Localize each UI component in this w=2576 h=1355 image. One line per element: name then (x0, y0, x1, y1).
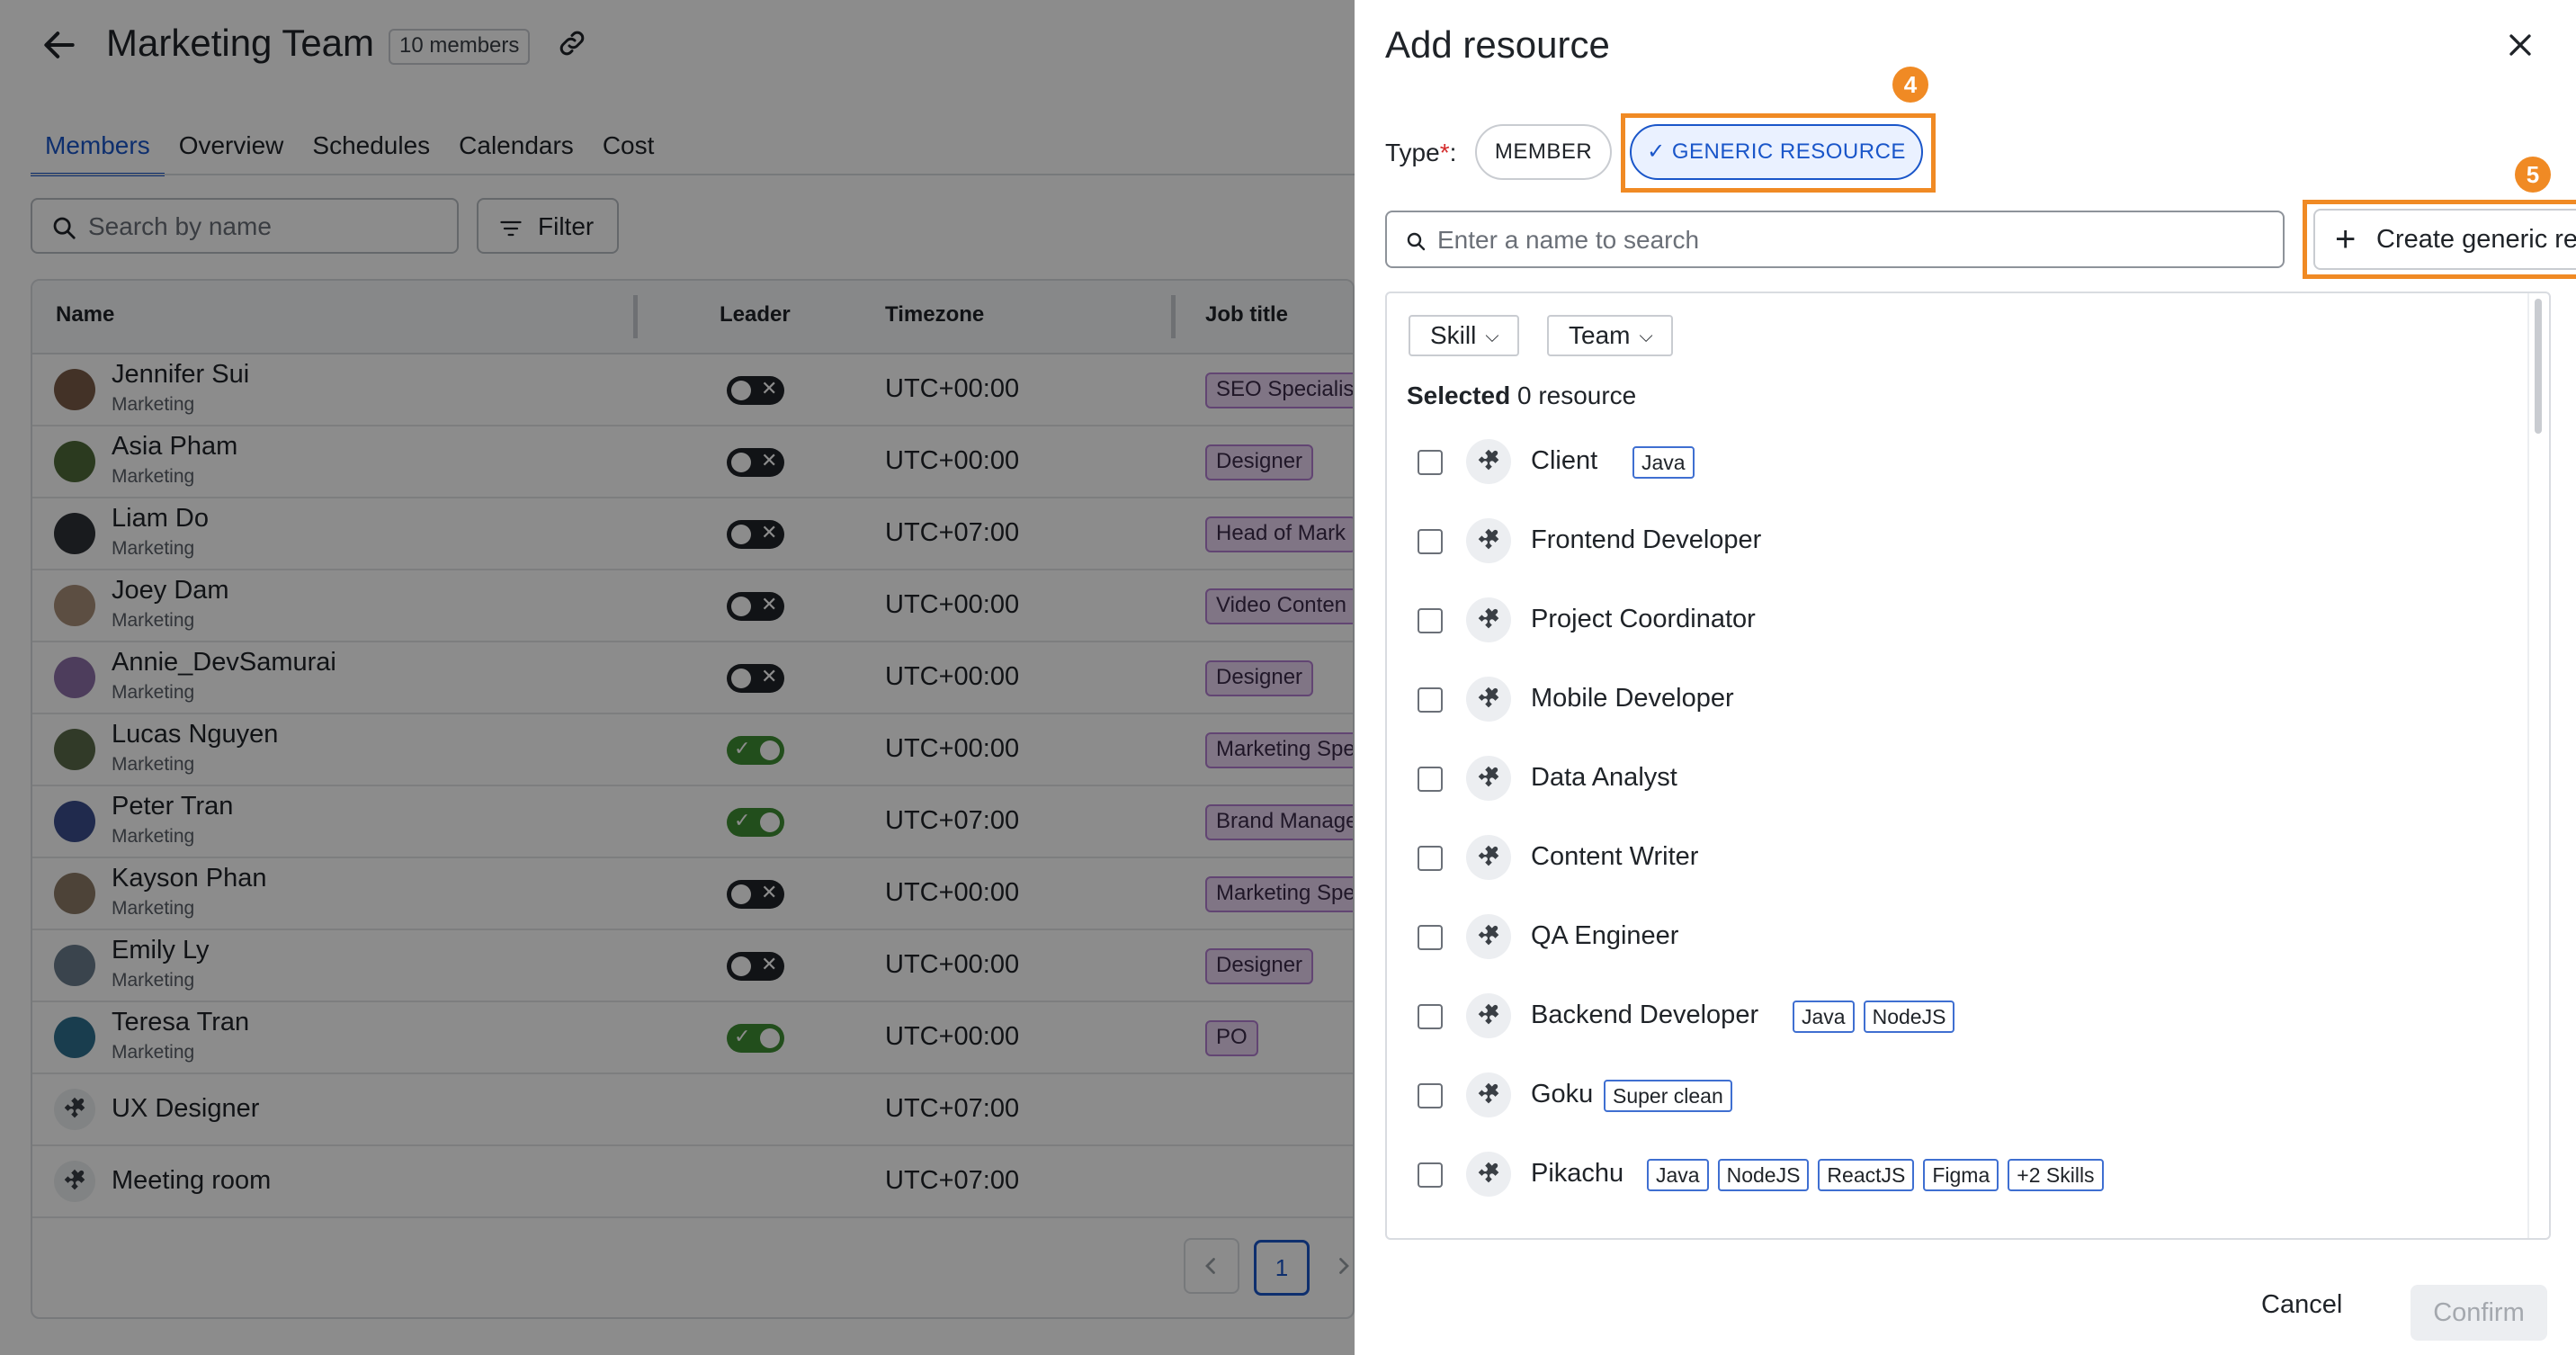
team-filter-dropdown[interactable]: Team ⌵ (1547, 315, 1673, 356)
skill-tag: NodeJS (1863, 1001, 1955, 1033)
confirm-button[interactable]: Confirm (2411, 1285, 2547, 1341)
skill-tags: Java NodeJS ReactJS Figma +2 Skills (1647, 1159, 2104, 1191)
skill-tag: Java (1793, 1001, 1855, 1033)
resource-checkbox[interactable] (1418, 846, 1443, 871)
skill-tag: Java (1647, 1159, 1709, 1191)
resource-search-input[interactable]: Enter a name to search (1385, 211, 2285, 268)
step-5-badge: 5 (2515, 157, 2551, 193)
resource-name: Pikachu (1531, 1159, 1624, 1188)
resource-checkbox[interactable] (1418, 1004, 1443, 1029)
skill-tag: Super clean (1604, 1080, 1732, 1112)
selected-count: Selected 0 resource (1407, 381, 1636, 410)
cancel-button[interactable]: Cancel (2261, 1290, 2342, 1320)
skill-tags: Super clean (1604, 1080, 1732, 1112)
list-item[interactable]: QA Engineer (1387, 903, 2520, 975)
skill-tags: Java NodeJS (1793, 1001, 1955, 1033)
list-item[interactable]: Frontend Developer (1387, 507, 2520, 579)
required-asterisk: * (1439, 139, 1450, 166)
resource-checkbox[interactable] (1418, 1083, 1443, 1108)
list-item[interactable]: Project Coordinator (1387, 587, 2520, 659)
scrollbar-track[interactable] (2527, 293, 2529, 1238)
drawer-title: Add resource (1385, 23, 1610, 66)
chevron-down-icon: ⌵ (1639, 327, 1653, 346)
type-label: Type*: (1385, 139, 1456, 167)
close-icon[interactable] (2502, 27, 2538, 63)
resource-name: Content Writer (1531, 842, 1699, 871)
list-item[interactable]: Mobile Developer (1387, 666, 2520, 738)
list-item[interactable]: Data Analyst (1387, 745, 2520, 817)
resource-list: Skill ⌵ Team ⌵ Selected 0 resource Client J… (1385, 292, 2551, 1240)
add-resource-drawer: Add resource Type*: MEMBER ✓ GENERIC RES… (1355, 0, 2576, 1355)
resource-name: QA Engineer (1531, 921, 1679, 950)
chevron-down-icon: ⌵ (1485, 327, 1499, 346)
skill-tags: Java (1632, 446, 1695, 479)
resource-name: Mobile Developer (1531, 684, 1734, 713)
list-item[interactable]: Goku Super clean (1387, 1062, 2520, 1134)
generic-resource-icon (1466, 914, 1511, 959)
team-filter-label: Team (1569, 321, 1631, 349)
generic-resource-icon (1466, 597, 1511, 642)
resource-name: Project Coordinator (1531, 605, 1756, 633)
resource-checkbox[interactable] (1418, 529, 1443, 554)
list-item[interactable]: Client Java (1387, 428, 2520, 500)
selected-prefix: Selected (1407, 381, 1511, 409)
selected-count-value: 0 (1516, 381, 1532, 409)
generic-resource-icon (1466, 439, 1511, 484)
resource-name: Data Analyst (1531, 763, 1677, 792)
resource-checkbox[interactable] (1418, 1162, 1443, 1188)
generic-resource-icon (1466, 835, 1511, 880)
generic-resource-icon (1466, 756, 1511, 801)
generic-resource-icon (1466, 1072, 1511, 1117)
resource-checkbox[interactable] (1418, 767, 1443, 792)
search-icon (1407, 232, 1426, 251)
type-label-text: Type (1385, 139, 1440, 166)
skill-tag: NodeJS (1717, 1159, 1810, 1191)
resource-checkbox[interactable] (1418, 450, 1443, 475)
resource-name: Client (1531, 446, 1598, 475)
type-label-colon: : (1449, 139, 1457, 166)
skill-tag: Figma (1923, 1159, 1999, 1191)
type-member-option[interactable]: MEMBER (1475, 124, 1612, 180)
resource-checkbox[interactable] (1418, 608, 1443, 633)
resource-name: Goku (1531, 1080, 1594, 1108)
list-item[interactable]: Backend Developer Java NodeJS (1387, 983, 2520, 1054)
team-page: Marketing Team 10 members Members Overvi… (0, 0, 1355, 1355)
scrollbar-thumb[interactable] (2535, 299, 2542, 434)
list-item[interactable]: Content Writer (1387, 824, 2520, 896)
selected-suffix: resource (1538, 381, 1637, 409)
step-4-badge: 4 (1892, 67, 1928, 103)
skill-filter-dropdown[interactable]: Skill ⌵ (1409, 315, 1519, 356)
skill-tag: Java (1632, 446, 1695, 479)
resource-search-placeholder: Enter a name to search (1437, 226, 1700, 254)
generic-resource-icon (1466, 677, 1511, 722)
resource-name: Frontend Developer (1531, 525, 1762, 554)
resource-checkbox[interactable] (1418, 687, 1443, 713)
skill-tag: ReactJS (1818, 1159, 1915, 1191)
generic-resource-icon (1466, 993, 1511, 1038)
generic-resource-icon (1466, 518, 1511, 563)
generic-resource-icon (1466, 1152, 1511, 1197)
highlight-create-generic-resource (2303, 200, 2576, 279)
list-item[interactable]: Pikachu Java NodeJS ReactJS Figma +2 Skills (1387, 1141, 2520, 1213)
skill-filter-label: Skill (1430, 321, 1477, 349)
skill-tag: +2 Skills (2008, 1159, 2104, 1191)
highlight-generic-resource (1621, 113, 1936, 193)
modal-backdrop[interactable] (0, 0, 1355, 1355)
resource-checkbox[interactable] (1418, 925, 1443, 950)
resource-name: Backend Developer (1531, 1001, 1759, 1029)
